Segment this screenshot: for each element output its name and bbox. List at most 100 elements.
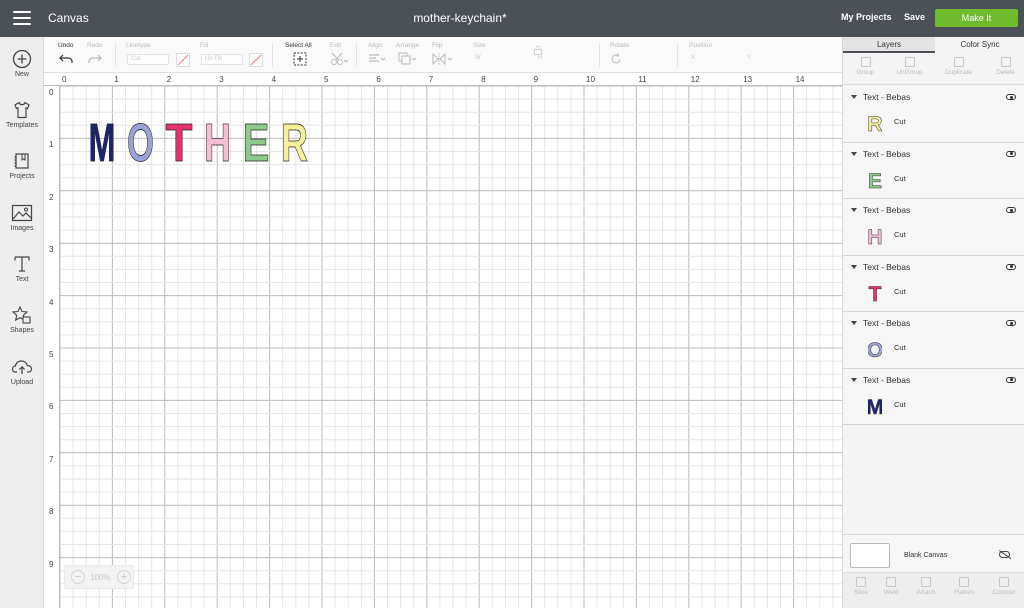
sidebar-item-upload[interactable]: Upload xyxy=(0,357,44,386)
ruler-top-number: 13 xyxy=(743,75,753,84)
arrange-label: Arrange xyxy=(396,42,420,49)
sidebar-item-shapes[interactable]: Shapes xyxy=(0,305,44,334)
flatten-button[interactable]: Flatten xyxy=(946,577,982,596)
left-sidebar: New Templates Projects Images Text Shape… xyxy=(0,37,44,608)
layer-row[interactable]: Text - Bebas E Cut xyxy=(843,142,1024,199)
position-x-field[interactable]: X xyxy=(688,54,738,65)
delete-button[interactable]: Delete xyxy=(983,57,1024,76)
group-button[interactable]: Group xyxy=(843,57,888,76)
linetype-select[interactable]: Cut xyxy=(127,54,169,65)
flip-button[interactable]: Flip xyxy=(432,42,454,68)
tab-layers[interactable]: Layers xyxy=(843,37,935,53)
blank-canvas-row[interactable]: Blank Canvas xyxy=(843,534,1024,572)
expand-triangle-icon[interactable] xyxy=(851,208,857,212)
layer-name[interactable]: Text - Bebas xyxy=(851,318,910,328)
toolbar-divider xyxy=(677,43,678,67)
layers-list: Text - Bebas R Cut Text - Bebas E Cut Text - B… xyxy=(843,86,1024,425)
layer-operation: Cut xyxy=(894,343,906,352)
trash-icon xyxy=(1000,57,1011,67)
fill-select[interactable]: No Fill xyxy=(201,54,243,65)
ruler-top-number: 8 xyxy=(481,75,486,84)
ruler-top-number: 0 xyxy=(62,75,67,84)
contour-label: Contour xyxy=(992,589,1016,596)
save-button[interactable]: Save xyxy=(904,12,925,22)
layer-row[interactable]: Text - Bebas T Cut xyxy=(843,255,1024,312)
flatten-label: Flatten xyxy=(954,589,974,596)
design-letter[interactable]: R xyxy=(281,113,309,165)
duplicate-button[interactable]: Duplicate xyxy=(936,57,981,76)
make-it-button[interactable]: Make It xyxy=(935,9,1018,27)
position-y-field[interactable]: Y xyxy=(744,54,794,65)
layer-name[interactable]: Text - Bebas xyxy=(851,205,910,215)
eye-icon[interactable] xyxy=(1006,320,1016,326)
layer-thumbnail-letter: M xyxy=(868,396,882,417)
layer-name[interactable]: Text - Bebas xyxy=(851,262,910,272)
height-field[interactable]: H xyxy=(535,54,585,65)
ruler-top-number: 6 xyxy=(376,75,381,84)
my-projects-link[interactable]: My Projects xyxy=(841,12,892,22)
expand-triangle-icon[interactable] xyxy=(851,95,857,99)
layer-row[interactable]: Text - Bebas H Cut xyxy=(843,199,1024,256)
design-letter[interactable]: E xyxy=(242,113,270,165)
ruler-top-number: 10 xyxy=(586,75,595,84)
layer-name[interactable]: Text - Bebas xyxy=(851,375,910,385)
eye-icon[interactable] xyxy=(1006,94,1016,100)
eye-hidden-icon[interactable] xyxy=(999,551,1010,558)
sidebar-item-label: Projects xyxy=(9,173,35,180)
zoom-level: 100% xyxy=(90,573,111,582)
rotate-icon[interactable] xyxy=(610,53,622,65)
sidebar-item-projects[interactable]: Projects xyxy=(0,151,44,180)
expand-triangle-icon[interactable] xyxy=(851,151,857,156)
zoom-out-button[interactable]: − xyxy=(71,570,85,584)
rotate-group: Rotate xyxy=(610,42,629,67)
sidebar-item-templates[interactable]: Templates xyxy=(0,100,44,129)
sidebar-item-new[interactable]: New xyxy=(0,49,44,78)
ruler-top xyxy=(44,73,842,86)
layer-name[interactable]: Text - Bebas xyxy=(851,92,910,102)
undo-icon xyxy=(59,54,73,63)
edit-button[interactable]: Edit xyxy=(330,42,349,68)
attach-label: Attach xyxy=(916,589,936,596)
eye-icon[interactable] xyxy=(1006,263,1016,270)
design-letter[interactable]: O xyxy=(127,113,155,165)
attach-icon xyxy=(921,577,931,587)
sidebar-item-text[interactable]: Text xyxy=(0,254,44,283)
ungroup-button[interactable]: UnGroup xyxy=(887,57,932,76)
edit-label: Edit xyxy=(330,42,342,49)
layer-row[interactable]: Text - Bebas R Cut xyxy=(843,86,1024,143)
sidebar-item-images[interactable]: Images xyxy=(0,203,44,232)
layer-name[interactable]: Text - Bebas xyxy=(851,149,910,159)
design-letter[interactable]: H xyxy=(204,113,232,165)
contour-button[interactable]: Contour xyxy=(986,577,1022,596)
select-all-button[interactable]: Select All xyxy=(285,42,312,68)
canvas-color-swatch[interactable] xyxy=(850,543,890,568)
design-canvas[interactable]: 0 1 2 3 4 5 6 7 8 9 10 11 12 13 14 0123456789 MOTHER −… xyxy=(44,73,842,608)
expand-triangle-icon[interactable] xyxy=(851,377,857,382)
expand-triangle-icon[interactable] xyxy=(851,321,857,325)
expand-triangle-icon[interactable] xyxy=(851,264,857,269)
layer-row[interactable]: Text - Bebas O Cut xyxy=(843,312,1024,369)
fill-color-swatch-icon[interactable] xyxy=(249,53,263,67)
layer-actions: Slice Weld Attach Flatten Contour xyxy=(843,572,1024,608)
eye-icon[interactable] xyxy=(1006,150,1016,157)
design-text-mother[interactable]: MOTHER xyxy=(88,109,328,165)
design-letter[interactable]: T xyxy=(165,113,193,165)
layer-row[interactable]: Text - Bebas M Cut xyxy=(843,368,1024,425)
undo-button[interactable]: Undo xyxy=(58,42,74,67)
tab-color-sync[interactable]: Color Sync xyxy=(935,37,1024,53)
zoom-in-button[interactable]: + xyxy=(117,570,131,584)
fill-label: Fill xyxy=(200,42,209,49)
eye-icon[interactable] xyxy=(1006,207,1016,213)
eye-icon[interactable] xyxy=(1006,376,1016,383)
redo-button[interactable]: Redo xyxy=(87,42,103,67)
width-field[interactable]: W xyxy=(472,54,522,65)
duplicate-label: Duplicate xyxy=(944,69,973,76)
attach-button[interactable]: Attach xyxy=(908,577,944,596)
weld-button[interactable]: Weld xyxy=(873,577,909,596)
width-field-label: W xyxy=(475,55,481,61)
blank-canvas-label: Blank Canvas xyxy=(904,552,948,559)
linetype-color-swatch-icon[interactable] xyxy=(176,53,190,67)
align-button[interactable]: Align xyxy=(368,42,388,67)
arrange-button[interactable]: Arrange xyxy=(396,42,419,68)
design-letter[interactable]: M xyxy=(88,113,116,165)
